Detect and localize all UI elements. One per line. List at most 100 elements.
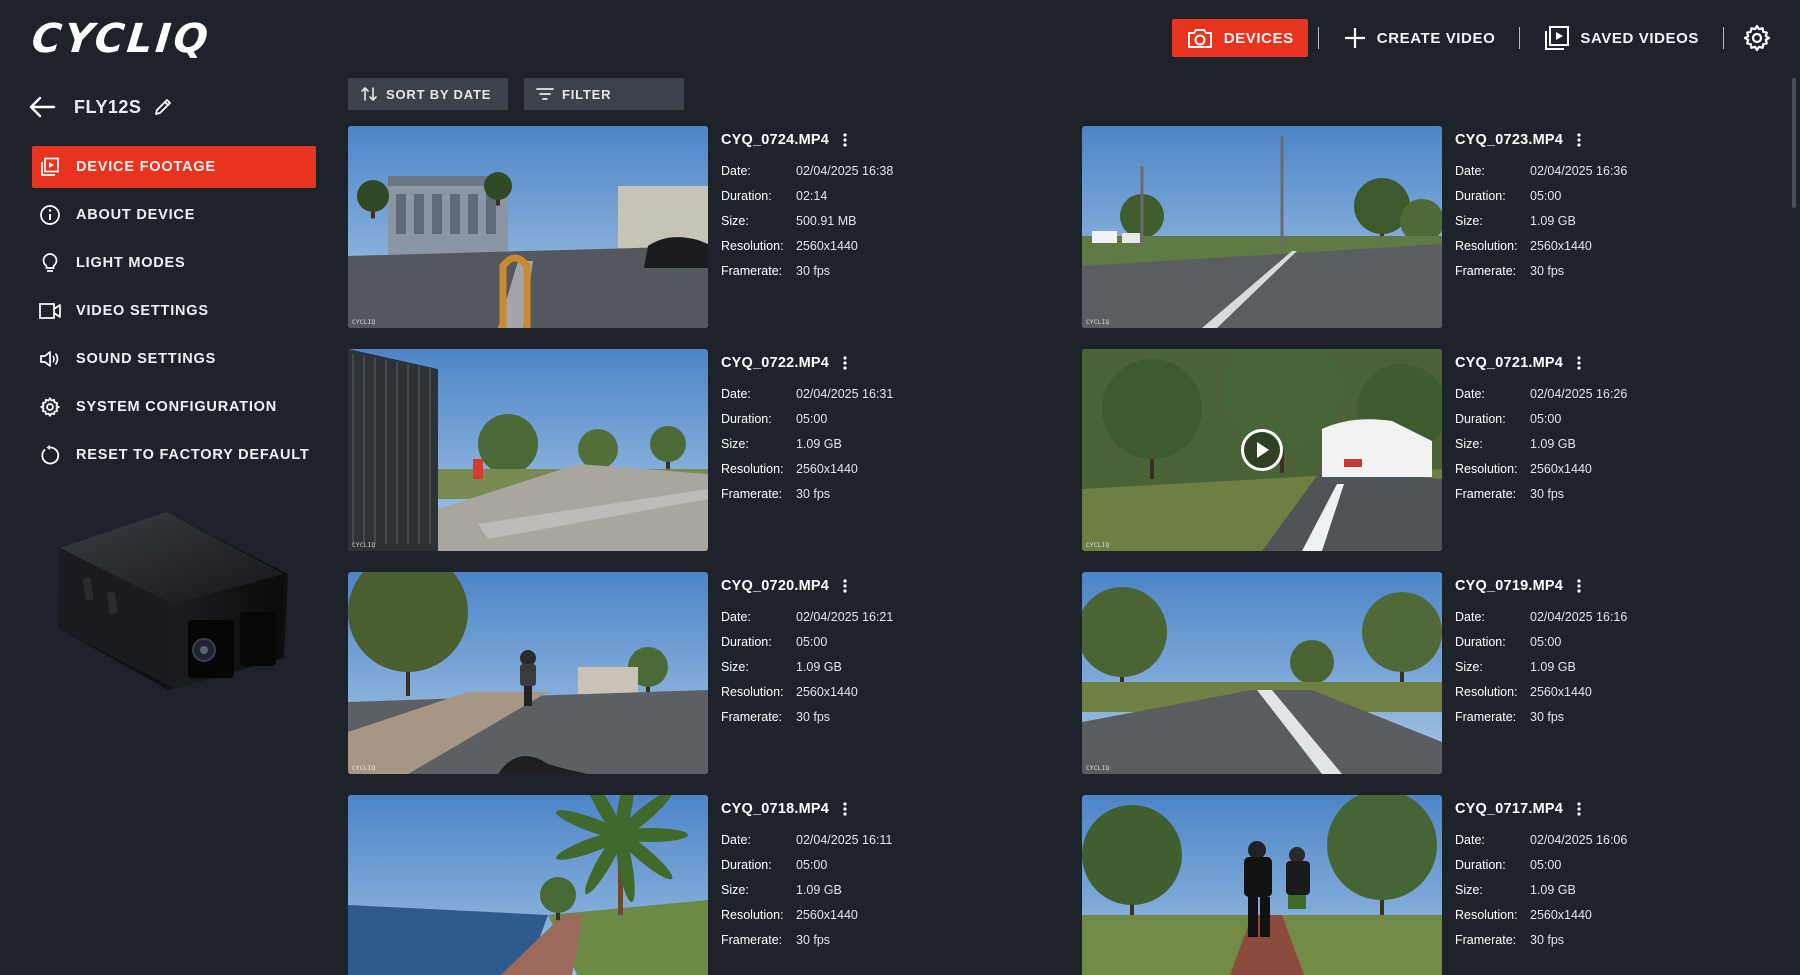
date-row: Date: 02/04/2025 16:36	[1455, 158, 1768, 183]
size-label: Size:	[1455, 213, 1483, 228]
date-label: Date:	[1455, 832, 1485, 847]
more-options-icon[interactable]	[1577, 802, 1581, 816]
thumbnail-image	[348, 349, 708, 551]
framerate-label: Framerate:	[721, 486, 783, 501]
duration-row: Duration: 05:00	[1455, 183, 1768, 208]
date-label: Date:	[721, 832, 751, 847]
size-label: Size:	[1455, 659, 1483, 674]
resolution-label: Resolution:	[721, 907, 784, 922]
filter-icon	[536, 88, 554, 100]
devices-label: DEVICES	[1223, 29, 1294, 47]
thumbnail-image	[348, 795, 708, 975]
resolution-value: 2560x1440	[796, 461, 858, 476]
device-name: FLY12S	[74, 96, 142, 117]
back-arrow-icon[interactable]	[28, 95, 56, 119]
video-card: CYCLIQ CYQ_0717.MP4 Date: 02/04/2025 16:0…	[1082, 795, 1768, 975]
video-card: CYCLIQ CYQ_0720.MP4 Date: 02/04/2025 16:2…	[348, 572, 1048, 774]
nav-divider	[1519, 27, 1521, 49]
resolution-value: 2560x1440	[1530, 684, 1592, 699]
settings-button[interactable]	[1742, 23, 1772, 53]
sidebar-item-reset-factory-default[interactable]: RESET TO FACTORY DEFAULT	[32, 434, 316, 476]
more-options-icon[interactable]	[843, 802, 847, 816]
create-video-button[interactable]: CREATE VIDEO	[1329, 19, 1510, 57]
duration-value: 02:14	[796, 188, 828, 203]
camera-icon	[1187, 29, 1212, 48]
size-row: Size: 1.09 GB	[721, 431, 1041, 456]
duration-value: 05:00	[1530, 188, 1562, 203]
framerate-label: Framerate:	[1455, 486, 1517, 501]
duration-row: Duration: 05:00	[721, 406, 1041, 431]
sort-label: SORT BY DATE	[386, 86, 492, 102]
video-card: CYCLIQ CYQ_0718.MP4 Date: 02/04/2025 16:1…	[348, 795, 1048, 975]
date-label: Date:	[721, 163, 751, 178]
nav-divider	[1723, 27, 1724, 49]
size-label: Size:	[721, 882, 749, 897]
sidebar-item-sound-settings[interactable]: SOUND SETTINGS	[32, 338, 316, 380]
size-value: 1.09 GB	[1530, 882, 1576, 897]
framerate-row: Framerate: 30 fps	[721, 481, 1041, 506]
date-value: 02/04/2025 16:38	[796, 163, 894, 178]
thumbnail-watermark: CYCLIQ	[1086, 319, 1110, 326]
sidebar-item-light-modes[interactable]: LIGHT MODES	[32, 242, 316, 284]
play-icon[interactable]	[1241, 429, 1283, 471]
framerate-label: Framerate:	[721, 932, 783, 947]
devices-button[interactable]: DEVICES	[1171, 19, 1308, 57]
resolution-label: Resolution:	[721, 461, 784, 476]
date-label: Date:	[1455, 386, 1485, 401]
sidebar-item-video-settings[interactable]: VIDEO SETTINGS	[32, 290, 316, 332]
framerate-label: Framerate:	[721, 263, 783, 278]
filter-button[interactable]: FILTER	[524, 78, 684, 110]
size-value: 1.09 GB	[1530, 213, 1576, 228]
framerate-value: 30 fps	[1530, 263, 1565, 278]
size-label: Size:	[721, 659, 749, 674]
duration-value: 05:00	[1530, 634, 1562, 649]
sidebar-item-device-footage[interactable]: DEVICE FOOTAGE	[32, 146, 316, 188]
sidebar-item-label: SOUND SETTINGS	[76, 351, 217, 367]
duration-label: Duration:	[1455, 411, 1506, 426]
framerate-label: Framerate:	[1455, 709, 1517, 724]
more-options-icon[interactable]	[843, 356, 847, 370]
resolution-label: Resolution:	[721, 684, 784, 699]
more-options-icon[interactable]	[1577, 133, 1581, 147]
date-value: 02/04/2025 16:31	[796, 386, 894, 401]
sidebar-item-system-configuration[interactable]: SYSTEM CONFIGURATION	[32, 386, 316, 428]
video-thumbnail[interactable]: CYCLIQ	[348, 349, 708, 551]
video-thumbnail[interactable]: CYCLIQ	[1082, 349, 1442, 551]
video-thumbnail[interactable]: CYCLIQ	[1082, 795, 1442, 975]
video-thumbnail[interactable]: CYCLIQ	[1082, 572, 1442, 774]
size-label: Size:	[721, 213, 749, 228]
duration-value: 05:00	[1530, 411, 1562, 426]
more-options-icon[interactable]	[843, 579, 847, 593]
saved-videos-icon	[1545, 26, 1570, 50]
thumbnail-watermark: CYCLIQ	[352, 765, 376, 772]
resolution-row: Resolution: 2560x1440	[721, 679, 1041, 704]
video-filename: CYQ_0717.MP4	[1455, 801, 1563, 817]
sidebar-item-about-device[interactable]: ABOUT DEVICE	[32, 194, 316, 236]
sidebar-item-label: RESET TO FACTORY DEFAULT	[76, 447, 310, 463]
size-value: 1.09 GB	[796, 882, 842, 897]
edit-pencil-icon[interactable]	[153, 97, 173, 117]
more-options-icon[interactable]	[1577, 356, 1581, 370]
duration-value: 05:00	[796, 857, 828, 872]
duration-value: 05:00	[796, 634, 828, 649]
saved-videos-button[interactable]: SAVED VIDEOS	[1530, 19, 1713, 57]
framerate-row: Framerate: 30 fps	[1455, 481, 1768, 506]
video-thumbnail[interactable]: CYCLIQ	[348, 572, 708, 774]
video-info: CYQ_0724.MP4 Date: 02/04/2025 16:38 Durat…	[721, 130, 1041, 283]
speaker-icon	[39, 348, 61, 370]
video-thumbnail[interactable]: CYCLIQ	[348, 126, 708, 328]
more-options-icon[interactable]	[843, 133, 847, 147]
scrollbar[interactable]	[1792, 78, 1796, 208]
more-options-icon[interactable]	[1577, 579, 1581, 593]
date-value: 02/04/2025 16:06	[1530, 832, 1628, 847]
duration-label: Duration:	[721, 411, 772, 426]
video-info: CYQ_0720.MP4 Date: 02/04/2025 16:21 Durat…	[721, 576, 1041, 729]
filter-label: FILTER	[562, 86, 612, 102]
sort-by-date-button[interactable]: SORT BY DATE	[348, 78, 508, 110]
resolution-row: Resolution: 2560x1440	[1455, 902, 1768, 927]
device-header: FLY12S	[28, 92, 173, 122]
video-thumbnail[interactable]: CYCLIQ	[348, 795, 708, 975]
video-thumbnail[interactable]: CYCLIQ	[1082, 126, 1442, 328]
resolution-label: Resolution:	[1455, 238, 1518, 253]
resolution-value: 2560x1440	[796, 238, 858, 253]
